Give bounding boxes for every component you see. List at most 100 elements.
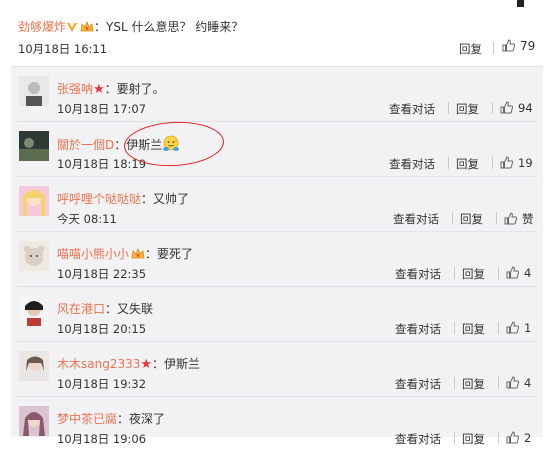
divider [492,102,493,114]
divider [448,102,449,114]
reply-link[interactable]: 回复 [460,211,483,227]
reply-text: ：又失联 [105,302,154,316]
list-item: 呼呼哩个哒哒哒：又帅了 今天 08:11 查看对话 回复 赞 [11,177,543,232]
like-count: 79 [520,39,536,53]
reply-link[interactable]: 回复 [456,101,479,117]
reply-text: ：要死了 [145,247,194,261]
view-conversation-link[interactable]: 查看对话 [389,156,435,172]
reply-line: 喵喵小熊小小 ：要死了 [57,245,193,262]
like-button[interactable]: 79 [502,39,535,53]
star-badge-icon: ★ [140,357,153,372]
reply-username[interactable]: 梦中茶已腐 [57,412,117,426]
view-conversation-link[interactable]: 查看对话 [395,321,441,337]
reply-time: 今天 08:11 [57,212,117,226]
view-conversation-link[interactable]: 查看对话 [393,211,439,227]
reply-time: 10月18日 20:15 [57,322,147,336]
reply-line: 木木sang2333★：伊斯兰 [57,355,200,372]
crown-icon [80,21,94,32]
like-button[interactable]: 1 [506,321,531,335]
like-count: 19 [518,156,533,170]
like-button[interactable]: 4 [506,266,531,280]
reply-text: ：夜深了 [117,412,166,426]
like-count: 1 [524,321,532,335]
avatar[interactable] [19,131,49,161]
thumbs-up-icon [506,431,519,444]
list-item: 關於一個D：伊斯兰 10月18日 18:19 查看对话 回复 19 [11,122,543,177]
list-item: 张强呐★：要射了。 10月18日 17:07 查看对话 回复 94 [11,67,543,122]
reply-link[interactable]: 回复 [456,156,479,172]
reply-line: 张强呐★：要射了。 [57,80,165,97]
list-item: 梦中茶已腐：夜深了 10月18日 19:06 查看对话 回复 2 [11,397,543,452]
reply-link[interactable]: 回复 [462,266,485,282]
view-conversation-link[interactable]: 查看对话 [395,266,441,282]
divider [498,432,499,444]
reply-list: 张强呐★：要射了。 10月18日 17:07 查看对话 回复 94 關於一個D：… [11,66,543,446]
reply-line: 梦中茶已腐：夜深了 [57,410,165,427]
divider [498,322,499,334]
avatar[interactable] [19,296,49,326]
reply-text: ：伊斯兰 [152,357,201,371]
reply-username[interactable]: 木木sang2333 [57,357,140,371]
top-comment-text: ：YSL 什么意思？ 约睡来？ [94,20,244,34]
reply-text: ：又帅了 [141,192,190,206]
like-count: 94 [518,101,533,115]
avatar[interactable] [19,186,49,216]
reply-link[interactable]: 回复 [462,376,485,392]
divider [498,267,499,279]
reply-line: 风在港口：又失联 [57,300,153,317]
list-item: 木木sang2333★：伊斯兰 10月18日 19:32 查看对话 回复 4 [11,342,543,397]
divider [448,157,449,169]
thumbs-up-icon [506,376,519,389]
like-button[interactable]: 94 [500,101,533,115]
top-comment-username[interactable]: 劲够爆炸 [18,20,66,34]
divider [454,377,455,389]
view-conversation-link[interactable]: 查看对话 [395,431,441,447]
divider [492,157,493,169]
divider [454,432,455,444]
v-badge-icon [67,23,78,32]
avatar[interactable] [19,241,49,271]
reply-time: 10月18日 22:35 [57,267,147,281]
thumbs-up-icon [506,321,519,334]
thumbs-up-icon [504,212,517,225]
reply-link[interactable]: 回复 [462,321,485,337]
reply-time: 10月18日 19:32 [57,377,147,391]
reply-link[interactable]: 回复 [459,41,482,57]
reply-time: 10月18日 17:07 [57,102,147,116]
reply-time: 10月18日 19:06 [57,432,147,446]
top-comment-time: 10月18日 16:11 [18,42,108,56]
view-conversation-link[interactable]: 查看对话 [395,376,441,392]
view-conversation-link[interactable]: 查看对话 [389,101,435,117]
thumbs-up-icon [506,266,519,279]
like-button[interactable]: 赞 [504,211,534,227]
reply-username[interactable]: 喵喵小熊小小 [57,247,129,261]
thumbs-up-icon [500,156,513,169]
weibo-comment-thread: 劲够爆炸 ：YSL 什么意思？ 约睡来？ 10月18日 16:11 回复 79 张… [0,0,554,446]
divider [498,377,499,389]
divider [454,267,455,279]
like-button[interactable]: 19 [500,156,533,170]
thumbs-up-icon [502,39,515,52]
divider [452,212,453,224]
reply-username[interactable]: 關於一個D [57,138,114,152]
reply-username[interactable]: 张强呐 [57,82,93,96]
reply-username[interactable]: 呼呼哩个哒哒哒 [57,192,141,206]
avatar[interactable] [19,76,49,106]
like-count: 4 [524,266,532,280]
reply-link[interactable]: 回复 [462,431,485,447]
list-item: 喵喵小熊小小 ：要死了 10月18日 22:35 查看对话 回复 4 [11,232,543,287]
divider [496,212,497,224]
top-comment-line: 劲够爆炸 ：YSL 什么意思？ 约睡来？ [18,18,243,35]
list-item: 风在港口：又失联 10月18日 20:15 查看对话 回复 1 [11,287,543,342]
avatar[interactable] [19,351,49,381]
like-button[interactable]: 4 [506,376,531,390]
star-badge-icon: ★ [93,82,105,97]
like-count: 4 [524,376,532,390]
divider [493,42,494,54]
divider [454,322,455,334]
like-label: 赞 [522,212,534,226]
reply-username[interactable]: 风在港口 [57,302,105,316]
scrollbar-fragment[interactable] [517,0,524,7]
avatar[interactable] [19,406,49,436]
crown-icon [131,248,145,259]
